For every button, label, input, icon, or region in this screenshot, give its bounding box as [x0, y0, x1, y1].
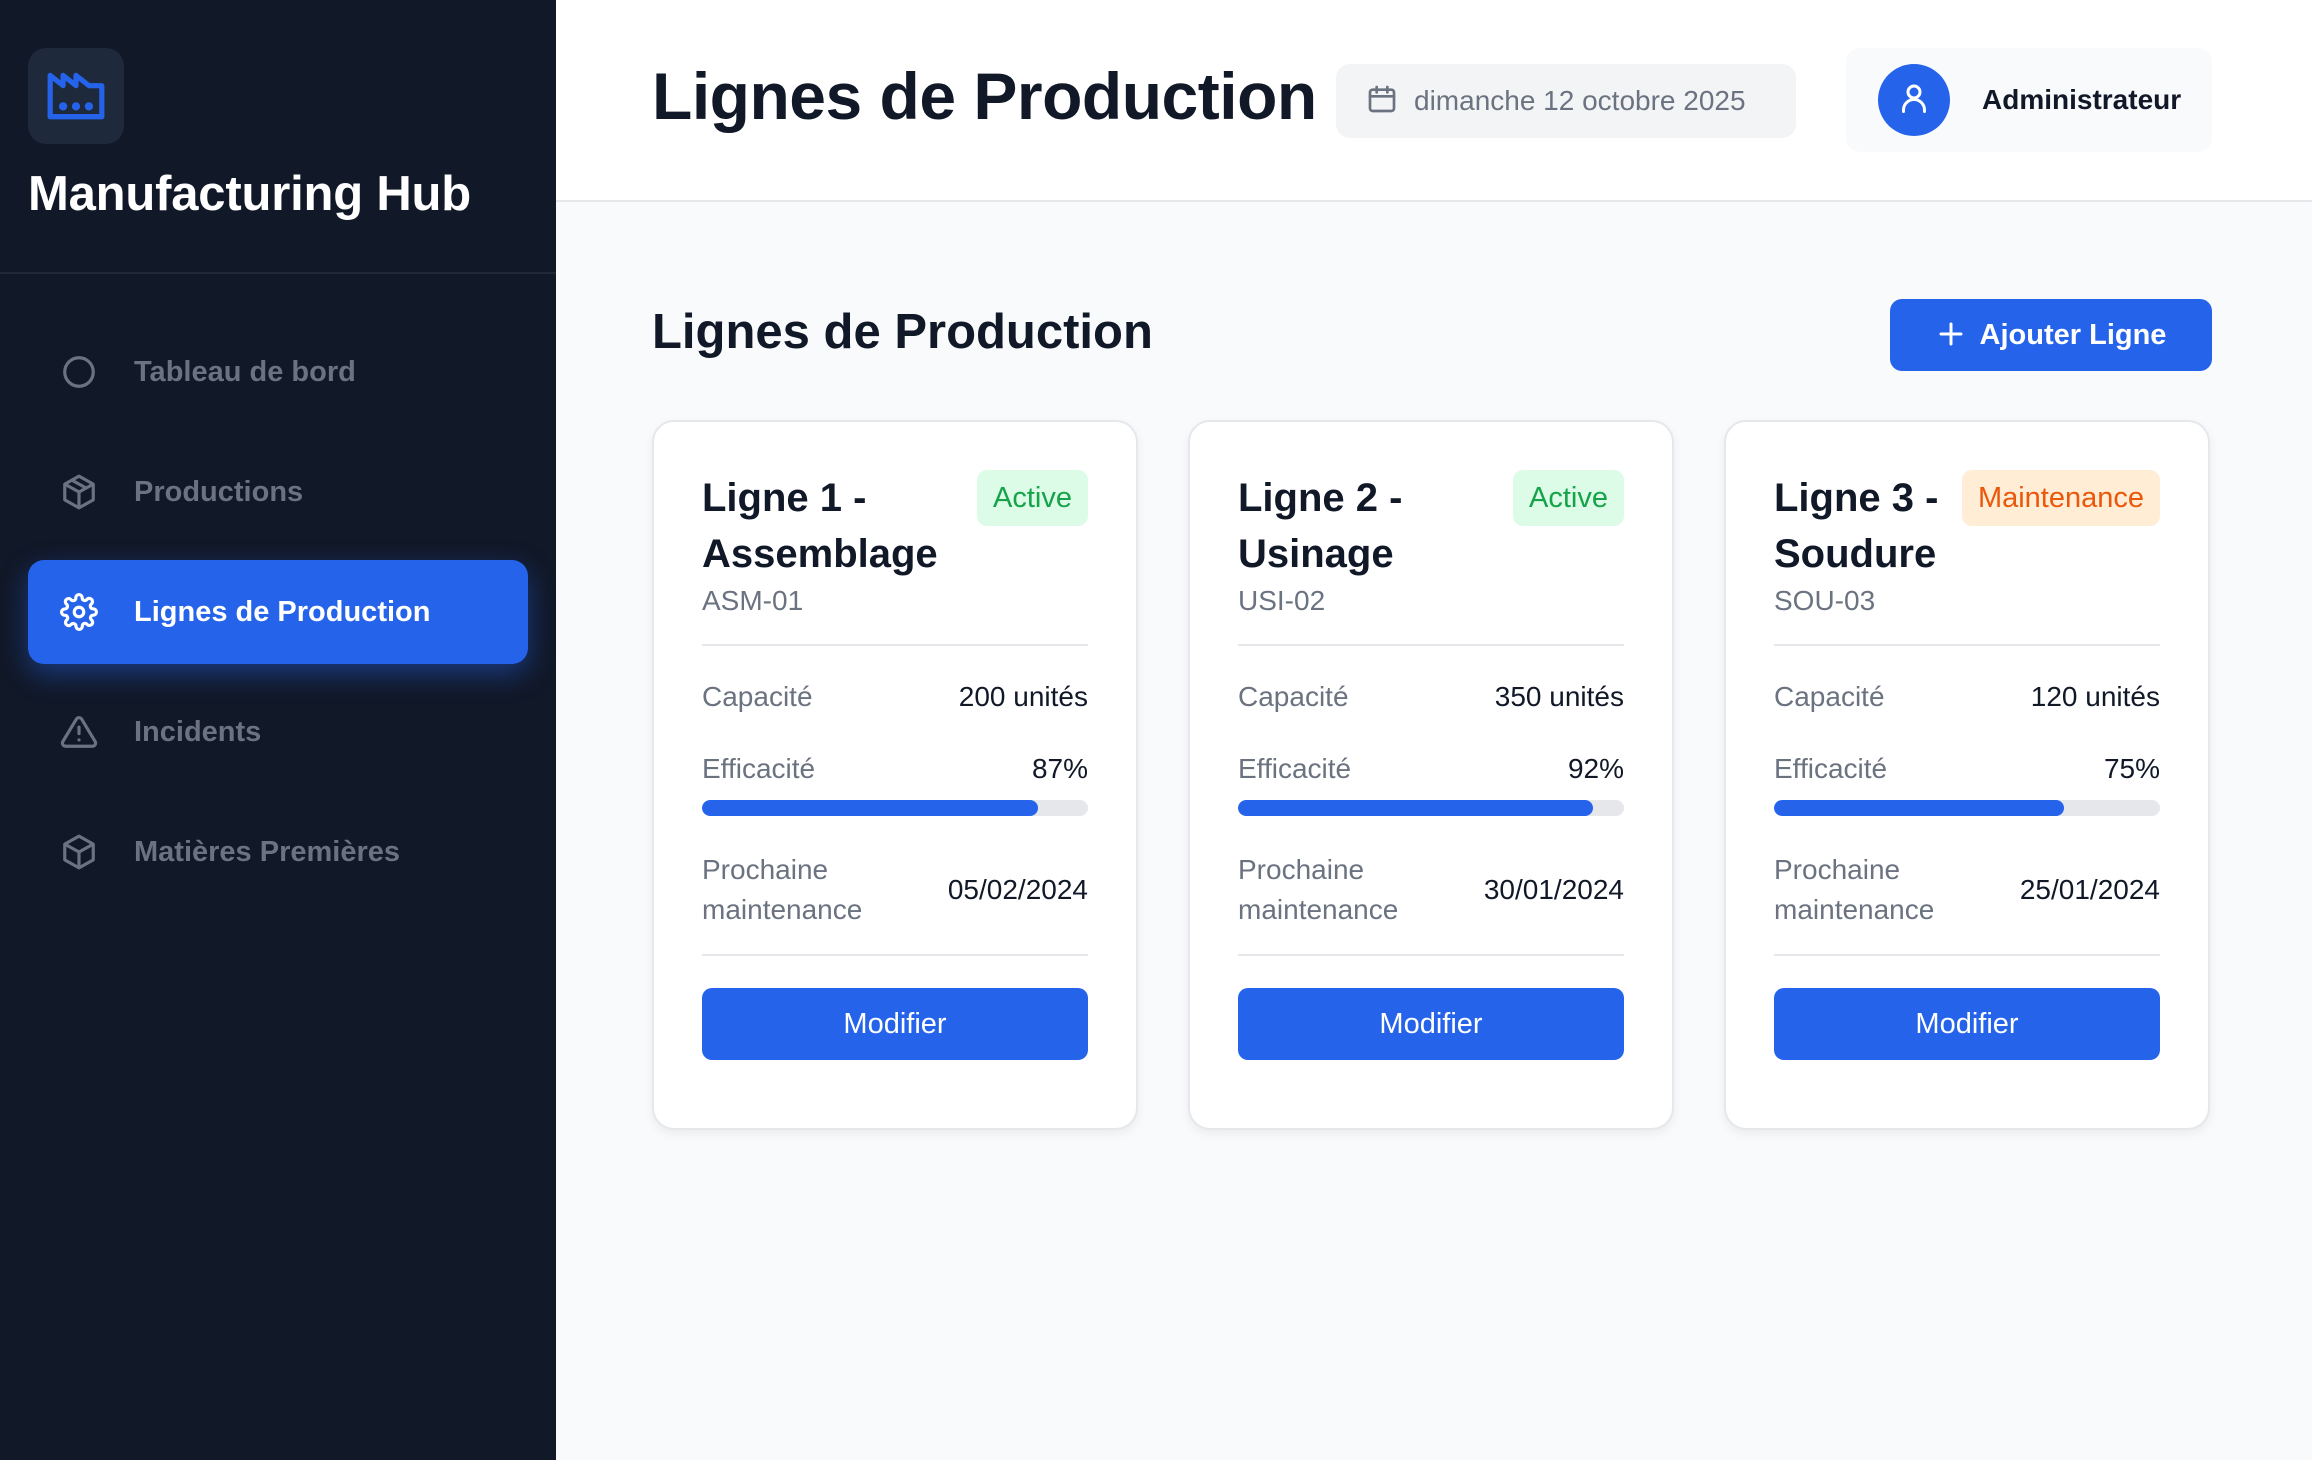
production-line-card: Ligne 1 - Assemblage Active ASM-01 Capac…	[652, 420, 1138, 1130]
maintenance-date: 25/01/2024	[2019, 874, 2160, 905]
efficiency-label: Efficacité	[1774, 753, 1888, 784]
efficiency-bar	[702, 800, 1088, 816]
section-title: Lignes de Production	[652, 305, 1153, 359]
sidebar-item-productions[interactable]: Productions	[28, 440, 528, 544]
sidebar-item-label: Tableau de bord	[134, 355, 356, 388]
sidebar-item-label: Incidents	[134, 715, 262, 748]
date-text: dimanche 12 octobre 2025	[1414, 85, 1746, 116]
efficiency-label: Efficacité	[702, 753, 816, 784]
capacity-value: 350 unités	[1494, 681, 1624, 712]
sidebar-item-tableau-de-bord[interactable]: Tableau de bord	[28, 320, 528, 424]
sidebar-item-label: Lignes de Production	[134, 595, 431, 628]
line-title: Ligne 1 - Assemblage	[702, 476, 938, 576]
efficiency-value: 92%	[1567, 753, 1624, 784]
edit-button[interactable]: Modifier	[702, 988, 1088, 1060]
production-line-card: Ligne 3 - Soudure Maintenance SOU-03 Cap…	[1724, 420, 2210, 1130]
line-code: USI-02	[1238, 585, 1326, 616]
efficiency-bar	[1774, 800, 2160, 816]
divider	[702, 954, 1088, 956]
sidebar: Manufacturing Hub Tableau de bord Produc…	[0, 0, 556, 1460]
line-title: Ligne 2 - Usinage	[1238, 476, 1403, 576]
divider	[1774, 644, 2160, 646]
status-badge: Maintenance	[1961, 470, 2160, 526]
sidebar-item-lignes-de-production[interactable]: Lignes de Production	[28, 560, 528, 664]
user-menu[interactable]: Administrateur	[1846, 48, 2212, 152]
divider	[1238, 644, 1624, 646]
edit-button[interactable]: Modifier	[1238, 988, 1624, 1060]
maintenance-date: 30/01/2024	[1483, 874, 1624, 905]
calendar-icon	[1366, 83, 1398, 120]
efficiency-bar	[1238, 800, 1624, 816]
maintenance-date: 05/02/2024	[947, 874, 1088, 905]
efficiency-value: 87%	[1031, 753, 1088, 784]
capacity-value: 120 unités	[2030, 681, 2160, 712]
plus-icon	[1936, 319, 1966, 352]
sidebar-item-label: Matières Premières	[134, 835, 400, 868]
efficiency-value: 75%	[2103, 753, 2160, 784]
efficiency-label: Efficacité	[1238, 753, 1352, 784]
line-title: Ligne 3 - Soudure	[1774, 476, 1939, 576]
avatar	[1878, 64, 1950, 136]
header: Lignes de Production dimanche 12 octobre…	[556, 0, 2312, 202]
line-code: SOU-03	[1774, 585, 1876, 616]
status-badge: Active	[1513, 470, 1624, 526]
sidebar-item-incidents[interactable]: Incidents	[28, 680, 528, 784]
capacity-label: Capacité	[702, 681, 813, 712]
efficiency-bar-fill	[702, 800, 1038, 816]
efficiency-bar-fill	[1238, 800, 1594, 816]
line-code: ASM-01	[702, 585, 804, 616]
divider	[702, 644, 1088, 646]
page-title: Lignes de Production	[652, 59, 1317, 133]
sidebar-item-matieres-premieres[interactable]: Matières Premières	[28, 800, 528, 904]
brand: Manufacturing Hub	[0, 0, 556, 274]
maintenance-label: Prochaine maintenance	[1238, 854, 1399, 925]
edit-button[interactable]: Modifier	[1774, 988, 2160, 1060]
capacity-label: Capacité	[1238, 681, 1349, 712]
maintenance-label: Prochaine maintenance	[1774, 854, 1935, 925]
warning-triangle-icon	[58, 711, 100, 753]
box-icon	[58, 471, 100, 513]
factory-icon[interactable]	[28, 48, 124, 144]
gear-icon	[58, 591, 100, 633]
date-display: dimanche 12 octobre 2025	[1336, 64, 1796, 138]
sidebar-item-label: Productions	[134, 475, 304, 508]
maintenance-label: Prochaine maintenance	[702, 854, 863, 925]
user-icon	[1896, 80, 1932, 121]
efficiency-bar-fill	[1774, 800, 2064, 816]
sidebar-nav: Tableau de bord Productions Lignes de Pr…	[0, 274, 556, 904]
add-line-button[interactable]: Ajouter Ligne	[1890, 299, 2212, 371]
box-icon	[58, 831, 100, 873]
production-line-card: Ligne 2 - Usinage Active USI-02 Capacité…	[1188, 420, 1674, 1130]
divider	[1774, 954, 2160, 956]
status-badge: Active	[977, 470, 1088, 526]
capacity-label: Capacité	[1774, 681, 1885, 712]
divider	[1238, 954, 1624, 956]
app-name: Manufacturing Hub	[28, 167, 472, 221]
capacity-value: 200 unités	[958, 681, 1088, 712]
circle-icon	[58, 351, 100, 393]
add-line-label: Ajouter Ligne	[1979, 318, 2167, 351]
user-name: Administrateur	[1982, 84, 2182, 115]
